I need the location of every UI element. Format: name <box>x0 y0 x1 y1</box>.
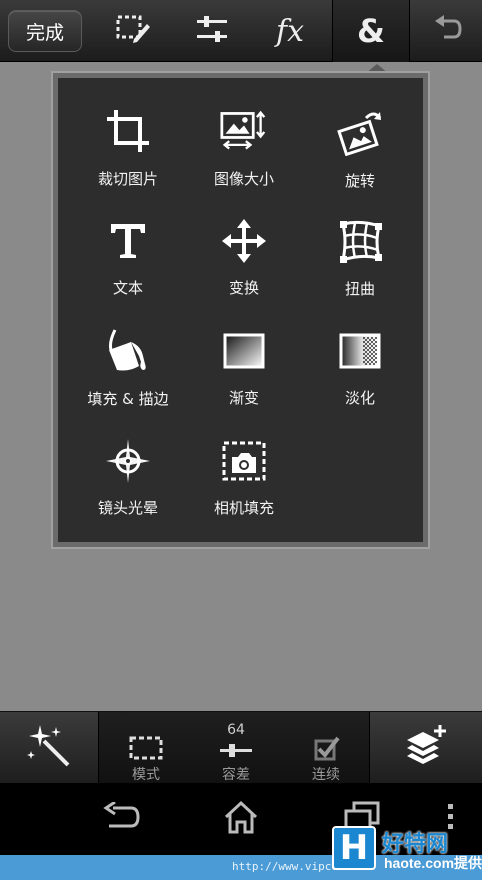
menu-item-lens-flare[interactable]: 镜头光晕 <box>70 408 186 518</box>
menu-item-fill-stroke[interactable]: 填充 & 描边 <box>70 298 186 408</box>
paint-bucket-icon <box>104 328 152 374</box>
checkbox-icon <box>311 736 341 761</box>
image-size-icon <box>220 108 268 154</box>
mode-option[interactable]: 模式 <box>101 712 191 784</box>
menu-item-label: 淡化 <box>344 389 375 407</box>
back-icon <box>103 800 141 836</box>
marquee-icon <box>129 736 163 760</box>
watermark-url: http://www.vipcom <box>232 860 345 873</box>
tolerance-label: 容差 <box>222 767 250 783</box>
menu-item-label: 填充 & 描边 <box>87 390 169 408</box>
contiguous-option[interactable]: 连续 <box>281 712 371 784</box>
menu-item-label: 镜头光晕 <box>97 499 158 517</box>
text-icon <box>104 218 152 263</box>
menu-item-fade[interactable]: 淡化 <box>302 298 418 408</box>
ampersand-icon: & <box>357 12 385 50</box>
menu-item-label: 图像大小 <box>213 170 274 188</box>
fx-icon: fx <box>275 13 305 49</box>
watermark-domain: haote.com提供 <box>384 855 482 871</box>
adjust-sliders-icon <box>195 15 229 47</box>
rotate-icon <box>336 108 384 156</box>
menu-item-label: 裁切图片 <box>97 170 158 188</box>
menu-item-label: 变换 <box>228 279 259 297</box>
slider-icon <box>219 740 253 760</box>
watermark-logo: H <box>332 826 376 870</box>
mode-label: 模式 <box>132 767 160 783</box>
camera-fill-icon <box>220 438 268 483</box>
menu-item-crop[interactable]: 裁切图片 <box>70 78 186 188</box>
crop-icon <box>104 108 152 154</box>
menu-item-transform[interactable]: 变换 <box>186 188 302 298</box>
magic-wand-icon <box>26 723 72 773</box>
lens-flare-icon <box>104 438 152 483</box>
selection-edit-button[interactable] <box>96 0 172 62</box>
effects-button[interactable]: fx <box>252 0 328 62</box>
gradient-icon <box>220 328 268 373</box>
layers-add-icon <box>403 724 449 772</box>
adjustments-button[interactable] <box>174 0 250 62</box>
tolerance-value: 64 <box>227 722 245 738</box>
menu-grid: 裁切图片 图像大小 旋转 文本 变换 扭曲 填充 & 描边 渐变 淡化 镜头光晕… <box>58 78 423 542</box>
tool-options: 模式 64 容差 连续 <box>98 712 370 784</box>
overflow-menu-icon <box>447 802 455 836</box>
menu-item-label: 扭曲 <box>344 280 375 298</box>
top-toolbar: 完成 fx & <box>0 0 482 62</box>
menu-item-warp[interactable]: 扭曲 <box>302 188 418 298</box>
fade-icon <box>336 328 384 373</box>
magic-wand-button[interactable] <box>0 712 98 784</box>
menu-item-rotate[interactable]: 旋转 <box>302 78 418 190</box>
home-button[interactable] <box>219 797 263 841</box>
layers-button[interactable] <box>370 712 482 784</box>
bottom-toolbar: 模式 64 容差 连续 <box>0 711 482 784</box>
selection-edit-icon <box>116 13 152 49</box>
home-icon <box>223 800 259 838</box>
undo-button[interactable] <box>412 0 482 62</box>
menu-item-label: 相机填充 <box>213 499 274 517</box>
undo-icon <box>432 15 462 47</box>
menu-item-image-size[interactable]: 图像大小 <box>186 78 302 188</box>
menu-item-text[interactable]: 文本 <box>70 188 186 298</box>
overlay-tools-button[interactable]: & <box>332 0 410 62</box>
menu-item-label: 文本 <box>112 279 143 297</box>
done-button[interactable]: 完成 <box>8 10 82 52</box>
back-button[interactable] <box>100 797 144 841</box>
tolerance-option[interactable]: 64 容差 <box>191 712 281 784</box>
menu-item-camera-fill[interactable]: 相机填充 <box>186 408 302 518</box>
contiguous-label: 连续 <box>312 767 340 783</box>
transform-move-icon <box>220 218 268 263</box>
overlay-tools-menu: 裁切图片 图像大小 旋转 文本 变换 扭曲 填充 & 描边 渐变 淡化 镜头光晕… <box>51 71 430 549</box>
warp-icon <box>336 218 384 264</box>
menu-item-gradient[interactable]: 渐变 <box>186 298 302 408</box>
menu-item-label: 渐变 <box>228 389 259 407</box>
